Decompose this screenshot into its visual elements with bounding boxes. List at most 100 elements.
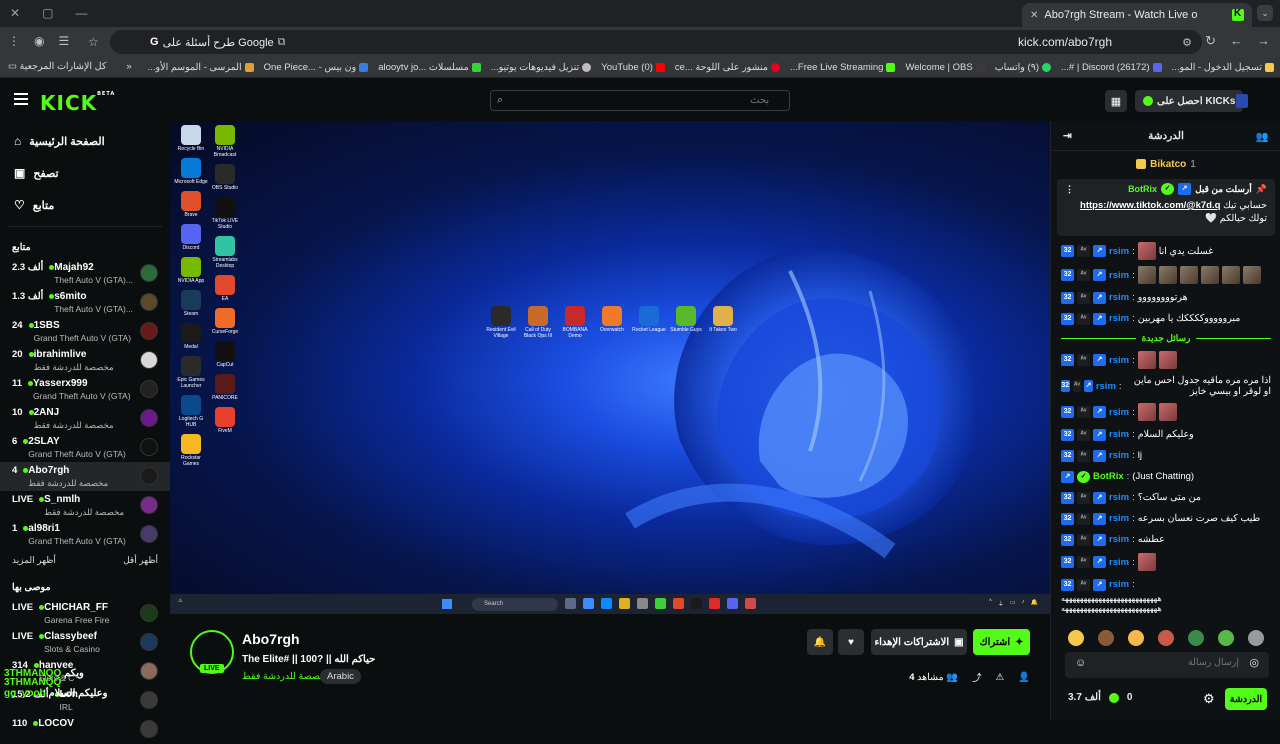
pinned-by-user[interactable]: BotRix xyxy=(1128,184,1157,194)
minimize-window-icon[interactable]: — xyxy=(75,6,87,20)
chat-input-box[interactable]: ☺ ◎ xyxy=(1065,652,1269,678)
add-user-icon[interactable]: 👤 xyxy=(1018,672,1030,683)
emote-icon[interactable] xyxy=(1098,630,1114,646)
chat-username[interactable]: rsim xyxy=(1109,355,1129,366)
chat-username[interactable]: rsim xyxy=(1109,292,1129,303)
sidebar-channel-ibrahimlive[interactable]: 20 ibrahimlive مخصصة للدردشة فقط xyxy=(0,346,170,375)
show-more-link[interactable]: أظهر المزيد xyxy=(12,555,56,566)
stream-category[interactable]: مخصصة للدردشة فقط xyxy=(242,671,331,682)
nav-home[interactable]: ⌂ الصفحة الرئيسية xyxy=(0,125,170,157)
emoji-picker-icon[interactable]: ☺ xyxy=(1075,657,1086,669)
emote-icon[interactable] xyxy=(1218,630,1234,646)
browser-tab[interactable]: ✕ Abo7rgh Stream - Watch Live o xyxy=(1022,3,1252,27)
all-bookmarks-folder[interactable]: ▭ كل الإشارات المرجعية xyxy=(8,61,106,72)
chat-username[interactable]: rsim xyxy=(1109,270,1129,281)
back-arrow-icon[interactable]: ← xyxy=(1230,33,1243,49)
streamer-name[interactable]: Abo7rgh xyxy=(242,631,300,647)
top-gifter-name[interactable]: Bikatco xyxy=(1150,159,1186,170)
sidebar-channel-al98ri1[interactable]: 1 al98ri1 Grand Theft Auto V (GTA) xyxy=(0,520,170,549)
url-text[interactable]: kick.com/abo7rgh xyxy=(1018,35,1112,49)
forward-arrow-icon[interactable]: → xyxy=(1257,33,1270,49)
get-kicks-button[interactable]: احصل على KICKs xyxy=(1135,90,1244,112)
bookmark-item[interactable]: مسلسلات ...alooytv jo xyxy=(378,62,481,73)
bookmark-item[interactable]: ون بيس - ...One Piece xyxy=(264,62,369,73)
search-input[interactable] xyxy=(509,95,770,106)
tab-search-icon[interactable]: ⌄ xyxy=(1257,5,1273,21)
emote-icon[interactable] xyxy=(1128,630,1144,646)
reading-list-icon[interactable]: ☰ xyxy=(58,34,69,48)
menu-hamburger-icon[interactable] xyxy=(14,93,28,105)
chat-username[interactable]: rsim xyxy=(1096,381,1116,392)
chat-username[interactable]: rsim xyxy=(1109,429,1129,440)
chat-message-input[interactable] xyxy=(1089,657,1239,668)
close-window-icon[interactable]: ✕ xyxy=(10,6,20,20)
search-bar[interactable]: ⌕ xyxy=(490,90,790,111)
bookmark-item[interactable]: تسجيل الدخول - المو... xyxy=(1172,62,1274,73)
dashboard-icon[interactable]: ▦ xyxy=(1105,90,1127,112)
maximize-window-icon[interactable]: ▢ xyxy=(42,6,53,20)
sidebar-channel-s6mito[interactable]: 1.3 ألف s6mito Theft Auto V (GTA)... xyxy=(0,288,170,317)
sidebar-channel-s-nmlh[interactable]: LIVE S_nmlh مخصصة للدردشة فقط xyxy=(0,491,170,520)
collapse-chat-icon[interactable]: ⇥ xyxy=(1063,130,1072,142)
bookmark-item[interactable]: المرسى - الموسم الأو... xyxy=(148,62,254,73)
emote-icon[interactable] xyxy=(1188,630,1204,646)
chat-message[interactable]: ↗ ✓ BotRix: (Just Chatting) xyxy=(1051,466,1280,487)
emote-icon[interactable] xyxy=(1248,630,1264,646)
bookmark-item[interactable]: منشور على اللوحة ...ce xyxy=(675,62,780,73)
omnibox-ask-google[interactable]: G طرح أسئلة على Google ⧉ xyxy=(150,36,286,49)
share-icon[interactable]: ⤴ xyxy=(972,670,982,684)
chat-message[interactable]: 32 ᴬᵛ ↗ rsim: xyxy=(1051,574,1280,595)
chat-message[interactable]: 32 ᴬᵛ ↗ rsim: مبروووووككككك يا مهربين xyxy=(1051,308,1280,329)
chat-username[interactable]: rsim xyxy=(1109,313,1129,324)
chat-username[interactable]: rsim xyxy=(1109,513,1129,524)
chat-username[interactable]: rsim xyxy=(1109,246,1129,257)
sidebar-channel-2slay[interactable]: 6 2SLAY Grand Theft Auto V (GTA) xyxy=(0,433,170,462)
address-bar[interactable]: ☆ G طرح أسئلة على Google ⧉ kick.com/abo7… xyxy=(88,30,1202,54)
nav-following[interactable]: ♡ متابع xyxy=(0,189,170,221)
pinned-more-icon[interactable]: ⋮ xyxy=(1065,184,1074,195)
chat-message[interactable]: 32 ᴬᵛ ↗ rsim: xyxy=(1051,550,1280,574)
subscribe-button[interactable]: اشتراك ✦ xyxy=(973,629,1030,655)
sidebar-channel-abo7rgh[interactable]: 4 Abo7rgh مخصصة للدردشة فقط xyxy=(0,462,170,491)
chat-message[interactable]: 32 ᴬᵛ ↗ rsim: عطشه xyxy=(1051,529,1280,550)
user-avatar[interactable] xyxy=(1236,94,1248,108)
emote-icon[interactable] xyxy=(1158,630,1174,646)
chat-message[interactable]: 32 ᴬᵛ ↗ rsim: من متى ساكت؟ xyxy=(1051,487,1280,508)
chat-message[interactable]: 32 ᴬᵛ ↗ rsim: وعليكم السلام xyxy=(1051,424,1280,445)
chat-username[interactable]: rsim xyxy=(1109,557,1129,568)
chat-username[interactable]: rsim xyxy=(1109,534,1129,545)
tab-close-icon[interactable]: ✕ xyxy=(1030,10,1038,21)
chat-message[interactable]: 32 ᴬᵛ ↗ rsim: xyxy=(1051,263,1280,287)
menu-dots-icon[interactable]: ⋮ xyxy=(8,34,20,48)
sidebar-channel-classybeef[interactable]: LIVE Classybeef Slots & Casino xyxy=(0,628,170,657)
gift-subs-button[interactable]: الاشتراكات الإهداء ▣ xyxy=(871,629,967,655)
bookmark-item[interactable]: Free Live Streaming... xyxy=(790,62,896,73)
emote-icon[interactable] xyxy=(1068,630,1084,646)
sidebar-channel-majah92[interactable]: 2.3 ألف Majah92 Theft Auto V (GTA)... xyxy=(0,259,170,288)
site-settings-icon[interactable]: ⚙ xyxy=(1182,36,1192,49)
chat-users-icon[interactable]: 👥 xyxy=(1256,130,1269,143)
bookmark-item[interactable]: تنزيل فيديوهات يوتيو... xyxy=(491,62,592,73)
sidebar-channel-2anj[interactable]: 10 2ANJ مخصصة للدردشة فقط xyxy=(0,404,170,433)
chat-message[interactable]: 32 ᴬᵛ ↗ rsim: xyxy=(1051,348,1280,372)
kick-logo[interactable]: KICKBETA xyxy=(40,91,115,115)
bookmark-item[interactable]: (٩) واتساب xyxy=(995,62,1051,73)
chat-username[interactable]: BotRix xyxy=(1093,471,1124,482)
chat-settings-icon[interactable]: ⚙ xyxy=(1203,691,1215,707)
chat-username[interactable]: rsim xyxy=(1109,450,1129,461)
notifications-button[interactable]: 🔔 xyxy=(807,629,833,655)
sidebar-channel-locov[interactable]: 110 LOCOV xyxy=(0,715,170,744)
chat-message[interactable]: 32 ᴬᵛ ↗ rsim: طيب كيف صرت نعسان بسرعه xyxy=(1051,508,1280,529)
chat-message[interactable]: 32 ᴬᵛ ↗ rsim: اذا مره مره ماقيه جدول احس ماي… xyxy=(1051,372,1280,400)
chat-username[interactable]: rsim xyxy=(1109,492,1129,503)
sidebar-channel-chichar-ff[interactable]: LIVE CHICHAR_FF Garena Free Fire xyxy=(0,599,170,628)
language-tag[interactable]: Arabic xyxy=(320,669,361,684)
chat-message[interactable]: 32 ᴬᵛ ↗ rsim: غسلت يدي انا xyxy=(1051,239,1280,263)
bookmarks-more-icon[interactable]: » xyxy=(126,61,131,72)
bookmark-item[interactable]: Welcome | OBS xyxy=(905,62,985,73)
chat-username[interactable]: rsim xyxy=(1109,407,1129,418)
reload-icon[interactable]: ↻ xyxy=(1205,33,1216,49)
show-less-link[interactable]: أظهر أقل xyxy=(123,555,158,566)
video-player[interactable]: Recycle Bin Microsoft Edge Brave Discord NVI… xyxy=(170,121,1050,614)
bookmark-item[interactable]: (26172) Discord | #... xyxy=(1061,62,1162,73)
